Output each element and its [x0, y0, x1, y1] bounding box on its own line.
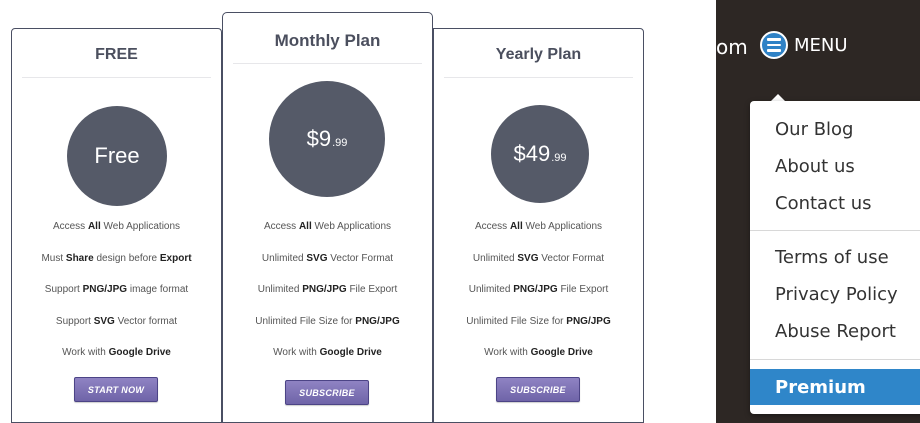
menu-item-premium[interactable]: Premium	[750, 369, 920, 405]
price-amount: $49	[513, 141, 551, 166]
site-name-fragment: om	[716, 35, 748, 59]
feature-text: File Export	[557, 284, 609, 295]
feature-highlight: Export	[159, 252, 192, 264]
menu-label: MENU	[794, 34, 848, 56]
feature-text: Work with	[484, 347, 531, 358]
price-amount: $9	[306, 126, 332, 151]
feature-item: Unlimited SVG Vector Format	[223, 252, 432, 284]
menu-item-terms-of-use[interactable]: Terms of use	[775, 247, 889, 268]
feature-highlight: All	[87, 221, 101, 232]
price-cents: .99	[332, 137, 348, 149]
plan-title: Monthly Plan	[274, 31, 381, 50]
feature-text: Unlimited	[468, 284, 514, 295]
feature-item: Work with Google Drive	[12, 346, 221, 378]
price-circle: $9.99	[269, 81, 385, 197]
feature-text: Support	[55, 315, 94, 327]
divider	[22, 77, 211, 78]
feature-text: Unlimited	[472, 252, 518, 264]
feature-text: Access	[263, 221, 299, 232]
feature-item: Access All Web Applications	[12, 220, 221, 252]
menu-toggle-button[interactable]: MENU	[760, 31, 848, 59]
feature-highlight: PNG/JPG	[513, 284, 558, 295]
feature-item: Unlimited PNG/JPG File Export	[434, 283, 643, 315]
feature-highlight: PNG/JPG	[355, 315, 400, 327]
menu-divider	[750, 359, 920, 360]
feature-text: Must	[41, 252, 66, 264]
feature-highlight: Google Drive	[108, 347, 171, 358]
feature-text: Unlimited File Size for	[255, 315, 356, 327]
menu-item-contact-us[interactable]: Contact us	[775, 193, 872, 214]
divider	[444, 77, 633, 78]
feature-item: Unlimited PNG/JPG File Export	[223, 283, 432, 315]
feature-item: Access All Web Applications	[434, 220, 643, 252]
feature-text: Web Applications	[100, 221, 181, 232]
menu-divider	[750, 230, 920, 231]
feature-highlight: All	[509, 221, 523, 232]
price-circle: Free	[67, 106, 167, 206]
feature-text: Unlimited	[257, 284, 303, 295]
feature-text: Vector Format	[327, 252, 394, 264]
pricing-card-free: FREE Free Access All Web Applications Mus…	[11, 28, 222, 423]
feature-text: Unlimited	[261, 252, 307, 264]
menu-item-about-us[interactable]: About us	[775, 156, 855, 177]
feature-item: Unlimited File Size for PNG/JPG	[434, 315, 643, 347]
price-text: Free	[94, 143, 140, 168]
hamburger-icon[interactable]	[760, 31, 788, 59]
feature-highlight: PNG/JPG	[82, 284, 128, 295]
feature-list: Access All Web Applications Must Share de…	[12, 220, 221, 378]
start-now-button[interactable]: START NOW	[74, 377, 158, 402]
feature-text: Access	[474, 221, 510, 232]
subscribe-monthly-button[interactable]: SUBSCRIBE	[285, 380, 369, 405]
pricing-card-monthly: Monthly Plan $9.99 Access All Web Applic…	[222, 12, 433, 423]
feature-highlight: SVG	[306, 252, 328, 264]
feature-text: Web Applications	[311, 221, 392, 232]
feature-text: Unlimited File Size for	[466, 315, 567, 327]
feature-highlight: PNG/JPG	[302, 284, 347, 295]
feature-text: image format	[127, 284, 189, 295]
feature-highlight: PNG/JPG	[566, 315, 611, 327]
feature-item: Support PNG/JPG image format	[12, 283, 221, 315]
feature-list: Access All Web Applications Unlimited SVG…	[223, 220, 432, 378]
feature-item: Support SVG Vector format	[12, 315, 221, 347]
feature-highlight: Google Drive	[319, 347, 382, 358]
feature-text: Work with	[62, 347, 109, 358]
menu-item-our-blog[interactable]: Our Blog	[775, 119, 854, 140]
feature-text: Work with	[273, 347, 320, 358]
feature-highlight: Google Drive	[530, 347, 593, 358]
divider	[233, 63, 422, 64]
dropdown-menu: Our Blog About us Contact us Terms of us…	[750, 101, 920, 414]
plan-title: Yearly Plan	[495, 46, 582, 63]
feature-text: Web Applications	[522, 221, 603, 232]
pricing-card-yearly: Yearly Plan $49.99 Access All Web Applic…	[433, 28, 644, 423]
menu-item-abuse-report[interactable]: Abuse Report	[775, 321, 896, 342]
price-circle: $49.99	[491, 105, 589, 203]
price-cents: .99	[551, 152, 567, 164]
feature-text: Vector format	[114, 315, 178, 327]
feature-text: Vector Format	[538, 252, 605, 264]
feature-highlight: SVG	[517, 252, 539, 264]
feature-item: Unlimited SVG Vector Format	[434, 252, 643, 284]
feature-text: File Export	[346, 284, 398, 295]
feature-item: Work with Google Drive	[434, 346, 643, 378]
feature-text: Support	[44, 284, 83, 295]
plan-title: FREE	[95, 46, 138, 63]
feature-text: design before	[93, 252, 160, 264]
feature-item: Unlimited File Size for PNG/JPG	[223, 315, 432, 347]
feature-text: Access	[52, 221, 88, 232]
feature-highlight: SVG	[93, 315, 115, 327]
feature-item: Must Share design before Export	[12, 252, 221, 284]
feature-highlight: Share	[65, 252, 94, 264]
site-header-menu: om MENU Our Blog About us Contact us Ter…	[716, 0, 920, 423]
menu-item-privacy-policy[interactable]: Privacy Policy	[775, 284, 898, 305]
feature-item: Access All Web Applications	[223, 220, 432, 252]
feature-highlight: All	[298, 221, 312, 232]
feature-item: Work with Google Drive	[223, 346, 432, 378]
subscribe-yearly-button[interactable]: SUBSCRIBE	[496, 377, 580, 402]
feature-list: Access All Web Applications Unlimited SVG…	[434, 220, 643, 378]
